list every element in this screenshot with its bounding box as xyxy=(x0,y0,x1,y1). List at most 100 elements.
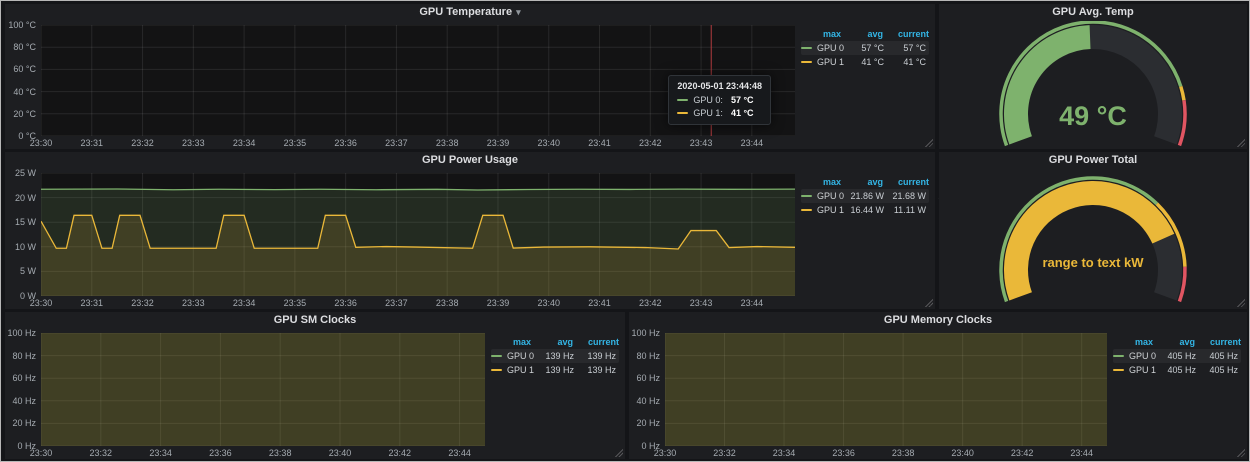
legend-row-gpu-1[interactable]: GPU 116.44 W11.11 W9.79 W xyxy=(801,203,929,217)
y-tick-label: 100 °C xyxy=(8,20,36,30)
panel-title-gpu-avg-temp[interactable]: GPU Avg. Temp xyxy=(939,4,1247,21)
x-tick-label: 23:30 xyxy=(30,298,53,308)
x-tick-label: 23:30 xyxy=(30,138,53,148)
legend-row-gpu-1[interactable]: GPU 1139 Hz139 Hz139 Hz xyxy=(491,363,619,377)
y-tick-label: 20 Hz xyxy=(636,418,660,428)
x-axis: 23:3023:3123:3223:3323:3423:3523:3623:37… xyxy=(41,296,795,309)
legend-series-name[interactable]: GPU 1 xyxy=(1113,365,1156,375)
legend: maxavgcurrentGPU 0139 Hz139 Hz139 HzGPU … xyxy=(485,333,621,459)
legend: maxavgcurrentGPU 0405 Hz405 Hz405 HzGPU … xyxy=(1107,333,1243,459)
panel-resize-handle[interactable] xyxy=(924,138,933,147)
panel-resize-handle[interactable] xyxy=(1236,448,1245,457)
x-tick-label: 23:35 xyxy=(284,298,307,308)
legend-header-current[interactable]: current xyxy=(885,29,931,39)
panel-title-text: GPU Avg. Temp xyxy=(1052,6,1134,18)
panel-resize-handle[interactable] xyxy=(1236,138,1245,147)
x-tick-label: 23:41 xyxy=(588,298,611,308)
y-tick-label: 60 °C xyxy=(13,64,36,74)
legend-header-current[interactable]: current xyxy=(575,337,621,347)
panel-gpu-temperature: GPU Temperature▾ 100 °C80 °C60 °C40 °C20… xyxy=(5,4,935,149)
series-color-dash xyxy=(801,195,812,197)
x-tick-label: 23:43 xyxy=(690,138,713,148)
legend-header-row: maxavgcurrent xyxy=(1113,335,1241,349)
legend-series-name[interactable]: GPU 0 xyxy=(491,351,534,361)
x-axis: 23:3023:3123:3223:3323:3423:3523:3623:37… xyxy=(41,136,795,149)
legend-header-avg[interactable]: avg xyxy=(1155,337,1197,347)
legend-series-name[interactable]: GPU 1 xyxy=(801,205,844,215)
panel-gpu-power-usage: GPU Power Usage 25 W20 W15 W10 W5 W0 W 2… xyxy=(5,152,935,309)
panel-resize-handle[interactable] xyxy=(924,298,933,307)
gauge-gpu-avg-temp: 49 °C xyxy=(939,21,1247,149)
legend-series-name[interactable]: GPU 0 xyxy=(801,191,844,201)
panel-title-gpu-power-usage[interactable]: GPU Power Usage xyxy=(5,152,935,169)
legend-avg-value: 57 °C xyxy=(886,43,928,53)
chart-plot-area[interactable] xyxy=(665,333,1107,446)
legend-avg-value: 405 Hz xyxy=(1198,365,1240,375)
legend-avg-value: 21.68 W xyxy=(886,191,928,201)
legend-series-name[interactable]: GPU 1 xyxy=(801,57,844,67)
x-axis: 23:3023:3223:3423:3623:3823:4023:4223:44 xyxy=(41,446,485,459)
legend-series-name[interactable]: GPU 0 xyxy=(1113,351,1156,361)
panel-title-gpu-temperature[interactable]: GPU Temperature▾ xyxy=(5,4,935,21)
panel-resize-handle[interactable] xyxy=(1236,298,1245,307)
legend-row-gpu-0[interactable]: GPU 0405 Hz405 Hz405 Hz xyxy=(1113,349,1241,363)
legend-series-name[interactable]: GPU 0 xyxy=(801,43,844,53)
legend-header-max[interactable]: max xyxy=(491,337,533,347)
legend-header-max[interactable]: max xyxy=(801,177,843,187)
legend-header-max[interactable]: max xyxy=(1113,337,1155,347)
y-tick-label: 20 W xyxy=(15,193,36,203)
x-tick-label: 23:40 xyxy=(951,448,974,458)
series-color-dash xyxy=(1113,369,1124,371)
legend-header-current[interactable]: current xyxy=(1197,337,1243,347)
chart-plot-area[interactable] xyxy=(41,333,485,446)
y-tick-label: 80 °C xyxy=(13,42,36,52)
tooltip-series-label: GPU 0: xyxy=(693,95,723,105)
legend: maxavgcurrentGPU 021.86 W21.68 W21.77 WG… xyxy=(795,173,931,309)
panel-gpu-memory-clocks: GPU Memory Clocks 100 Hz80 Hz60 Hz40 Hz2… xyxy=(629,312,1247,459)
x-tick-label: 23:36 xyxy=(334,138,357,148)
legend-series-name[interactable]: GPU 1 xyxy=(491,365,534,375)
tooltip: 2020-05-01 23:44:48 GPU 0:57 °C GPU 1:41… xyxy=(668,75,771,125)
legend-header-row: maxavgcurrent xyxy=(801,175,929,189)
series-color-dash xyxy=(677,99,688,101)
x-tick-label: 23:32 xyxy=(90,448,113,458)
x-tick-label: 23:38 xyxy=(269,448,292,458)
x-tick-label: 23:37 xyxy=(385,298,408,308)
grafana-dashboard: GPU Temperature▾ 100 °C80 °C60 °C40 °C20… xyxy=(0,0,1250,462)
x-tick-label: 23:37 xyxy=(385,138,408,148)
legend-header-avg[interactable]: avg xyxy=(843,29,885,39)
y-axis: 100 °C80 °C60 °C40 °C20 °C0 °C xyxy=(5,25,41,149)
y-tick-label: 10 W xyxy=(15,242,36,252)
legend-header-avg[interactable]: avg xyxy=(843,177,885,187)
panel-title-gpu-memory-clocks[interactable]: GPU Memory Clocks xyxy=(629,312,1247,329)
x-tick-label: 23:38 xyxy=(436,138,459,148)
panel-resize-handle[interactable] xyxy=(614,448,623,457)
x-tick-label: 23:42 xyxy=(639,298,662,308)
y-axis: 100 Hz80 Hz60 Hz40 Hz20 Hz0 Hz xyxy=(629,333,665,459)
chart-plot-area[interactable] xyxy=(41,173,795,296)
tooltip-row: GPU 0:57 °C xyxy=(677,94,762,107)
legend-row-gpu-0[interactable]: GPU 0139 Hz139 Hz139 Hz xyxy=(491,349,619,363)
y-tick-label: 60 Hz xyxy=(636,373,660,383)
legend-header-avg[interactable]: avg xyxy=(533,337,575,347)
gauge-value: range to text kW xyxy=(939,255,1247,270)
x-tick-label: 23:44 xyxy=(1070,448,1093,458)
panel-title-text: GPU Temperature xyxy=(419,6,512,18)
legend-row-gpu-0[interactable]: GPU 021.86 W21.68 W21.77 W xyxy=(801,189,929,203)
legend-row-gpu-1[interactable]: GPU 1405 Hz405 Hz405 Hz xyxy=(1113,363,1241,377)
legend-header-max[interactable]: max xyxy=(801,29,843,39)
x-tick-label: 23:42 xyxy=(389,448,412,458)
x-tick-label: 23:33 xyxy=(182,298,205,308)
x-tick-label: 23:39 xyxy=(487,138,510,148)
legend-row-gpu-1[interactable]: GPU 141 °C41 °C41 °C xyxy=(801,55,929,69)
y-tick-label: 100 Hz xyxy=(7,328,36,338)
x-tick-label: 23:39 xyxy=(487,298,510,308)
panel-title-gpu-power-total[interactable]: GPU Power Total xyxy=(939,152,1247,169)
legend-avg-value: 11.11 W xyxy=(886,205,928,215)
legend-header-current[interactable]: current xyxy=(885,177,931,187)
y-tick-label: 20 °C xyxy=(13,109,36,119)
legend-max-value: 139 Hz xyxy=(534,351,576,361)
legend-row-gpu-0[interactable]: GPU 057 °C57 °C57 °C xyxy=(801,41,929,55)
chart-plot-area[interactable]: 2020-05-01 23:44:48 GPU 0:57 °C GPU 1:41… xyxy=(41,25,795,136)
panel-title-gpu-sm-clocks[interactable]: GPU SM Clocks xyxy=(5,312,625,329)
